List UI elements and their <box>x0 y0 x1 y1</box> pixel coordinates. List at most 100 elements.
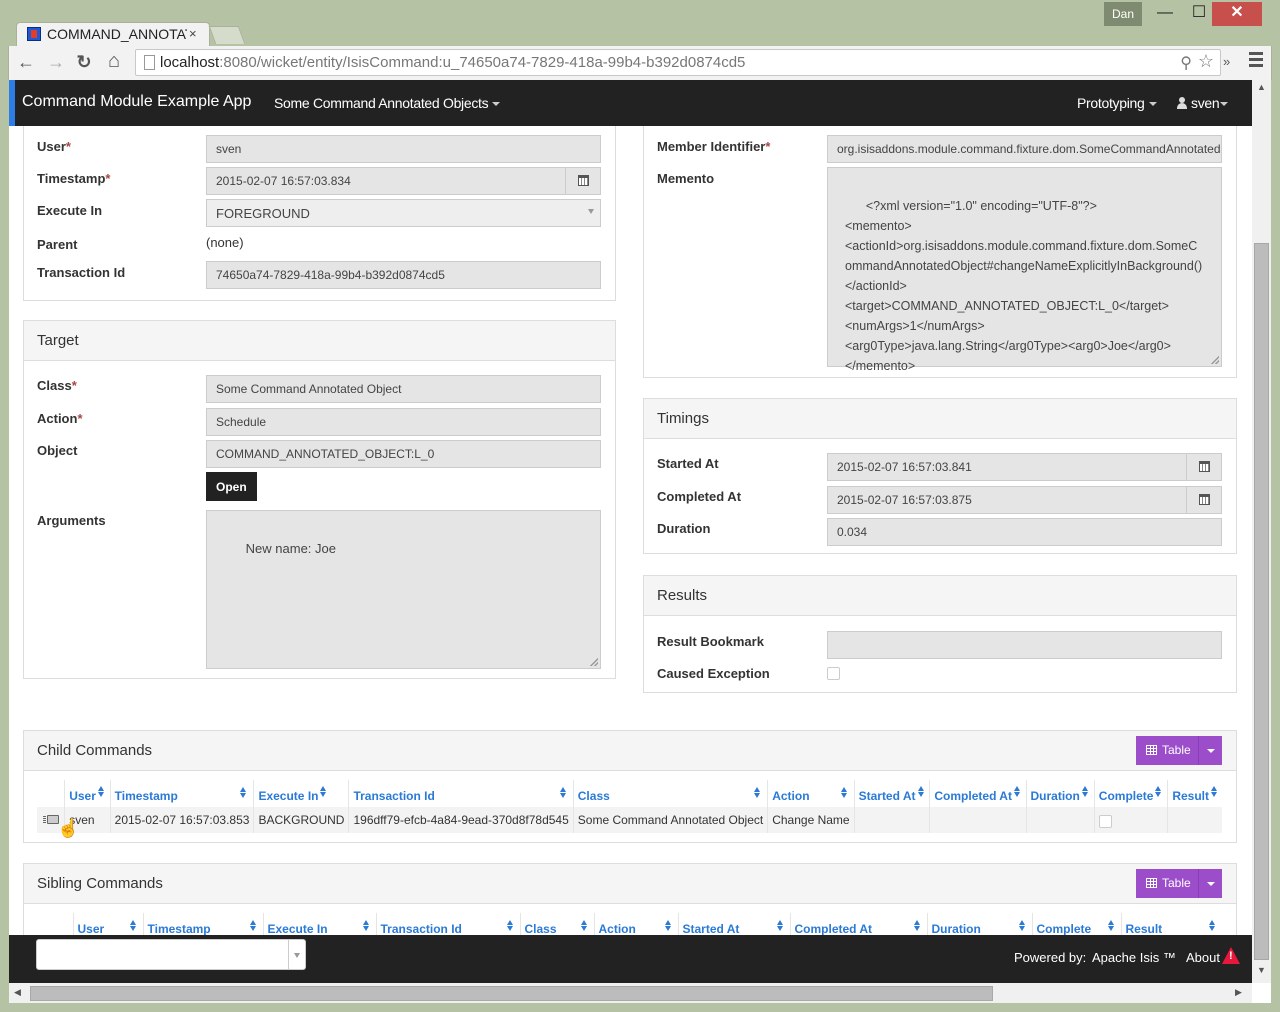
completed-at-calendar-button[interactable] <box>1186 487 1221 513</box>
column-header-started-at[interactable]: Started At <box>853 780 930 807</box>
timestamp-calendar-button[interactable] <box>565 168 600 194</box>
menu-prototyping[interactable]: Prototyping <box>1077 95 1157 111</box>
column-header-execute-in[interactable]: Execute In <box>253 780 349 807</box>
user-icon <box>1177 97 1187 109</box>
result-bookmark-field[interactable] <box>827 631 1222 659</box>
caused-exception-checkbox[interactable] <box>827 667 840 680</box>
vertical-scrollbar[interactable]: ▲ ▼ <box>1252 80 1271 983</box>
results-panel: Results Result Bookmark Caused Exception <box>643 575 1237 693</box>
menu-user[interactable]: sven <box>1177 95 1229 111</box>
completed-at-field[interactable]: 2015-02-07 16:57:03.875 <box>827 486 1222 514</box>
footer-theme-select[interactable] <box>36 939 306 970</box>
reload-icon[interactable]: ↻ <box>73 52 95 73</box>
user-field[interactable]: sven <box>206 135 601 163</box>
column-header-action[interactable]: Action <box>767 780 855 807</box>
complete-checkbox[interactable] <box>1098 815 1112 828</box>
column-header-completed-at[interactable]: Completed At <box>929 780 1026 807</box>
home-icon[interactable]: ⌂ <box>103 50 125 73</box>
back-icon[interactable]: ← <box>15 52 37 73</box>
caused-exception-label: Caused Exception <box>657 666 770 681</box>
scroll-right-icon[interactable]: ▶ <box>1235 987 1242 998</box>
close-icon[interactable]: ✕ <box>1212 2 1262 26</box>
cell-duration <box>1025 807 1095 833</box>
sort-icon <box>913 920 921 932</box>
table-row[interactable]: sven 2015-02-07 16:57:03.853 BACKGROUND … <box>37 807 1222 833</box>
sort-icon <box>580 920 588 932</box>
resize-grip-icon[interactable] <box>590 658 598 666</box>
arguments-textarea[interactable]: New name: Joe <box>206 510 601 669</box>
cell-timestamp: 2015-02-07 16:57:03.853 <box>109 807 254 833</box>
column-header-timestamp[interactable]: Timestamp <box>109 780 254 807</box>
child-commands-view-button[interactable]: Table <box>1136 736 1222 765</box>
completed-at-value: 2015-02-07 16:57:03.875 <box>837 493 972 507</box>
column-header-class[interactable]: Class <box>572 780 768 807</box>
caret-down-icon <box>1148 102 1157 107</box>
sibling-commands-heading: Sibling Commands <box>24 864 1236 904</box>
about-link[interactable]: About <box>1186 950 1220 965</box>
member-identifier-field[interactable]: org.isisaddons.module.command.fixture.do… <box>827 135 1222 163</box>
powered-by-label: Powered by: <box>1014 950 1087 965</box>
sort-icon <box>506 920 514 932</box>
sort-icon <box>917 786 925 798</box>
cell-class: Some Command Annotated Object <box>572 807 768 833</box>
class-field[interactable]: Some Command Annotated Object <box>206 375 601 403</box>
column-header-result[interactable]: Result <box>1167 780 1222 807</box>
started-at-calendar-button[interactable] <box>1186 454 1221 480</box>
target-panel: Target Class* Some Command Annotated Obj… <box>23 320 616 679</box>
sibling-commands-view-button[interactable]: Table <box>1136 869 1222 898</box>
command-panel: User* sven Timestamp* 2015-02-07 16:57:0… <box>23 110 616 301</box>
app-brand-link[interactable]: Command Module Example App <box>22 93 251 111</box>
menu-some-command-annotated-objects[interactable]: Some Command Annotated Objects <box>274 95 501 111</box>
class-label: Class* <box>37 378 77 393</box>
scroll-up-icon[interactable]: ▲ <box>1257 82 1266 92</box>
sort-icon <box>840 787 848 799</box>
open-object-button[interactable]: Open <box>206 472 257 501</box>
child-commands-panel: Child Commands Table User Timestamp Exec… <box>23 730 1237 843</box>
sort-icon <box>362 920 370 932</box>
vertical-scroll-thumb[interactable] <box>1254 243 1269 960</box>
minimize-icon[interactable]: — <box>1150 2 1180 26</box>
horizontal-scrollbar[interactable]: ◀ ▶ <box>9 983 1252 1003</box>
member-panel: Member Identifier* org.isisaddons.module… <box>643 110 1237 378</box>
profile-user-badge[interactable]: Dan <box>1104 2 1142 26</box>
zoom-icon[interactable]: ⚲ <box>1180 53 1192 73</box>
view-dropdown-toggle[interactable] <box>1198 869 1222 898</box>
scroll-left-icon[interactable]: ◀ <box>14 987 21 998</box>
cell-action: Change Name <box>767 807 855 833</box>
address-bar[interactable]: localhost:8080/wicket/entity/IsisCommand… <box>135 49 1221 76</box>
object-field[interactable]: COMMAND_ANNOTATED_OBJECT:L_0 <box>206 440 601 468</box>
bookmark-star-icon[interactable]: ☆ <box>1198 51 1214 72</box>
warning-icon[interactable] <box>1222 947 1240 964</box>
chrome-menu-icon[interactable] <box>1249 52 1263 70</box>
forward-icon[interactable]: → <box>45 52 67 73</box>
duration-field[interactable]: 0.034 <box>827 518 1222 546</box>
extensions-overflow-icon[interactable]: » <box>1223 54 1230 69</box>
sort-icon <box>240 787 247 799</box>
memento-value: <?xml version="1.0" encoding="UTF-8"?> <… <box>845 199 1203 373</box>
started-at-field[interactable]: 2015-02-07 16:57:03.841 <box>827 453 1222 481</box>
column-header-user[interactable]: User <box>64 780 111 807</box>
resize-grip-icon[interactable] <box>1211 356 1219 364</box>
tab-close-icon[interactable]: × <box>189 26 197 41</box>
transaction-id-field[interactable]: 74650a74-7829-418a-99b4-b392d0874cd5 <box>206 261 601 289</box>
horizontal-scroll-thumb[interactable] <box>30 986 993 1001</box>
action-field[interactable]: Schedule <box>206 408 601 436</box>
new-tab-button[interactable] <box>208 26 246 44</box>
column-header-transaction-id[interactable]: Transaction Id <box>348 780 574 807</box>
memento-textarea[interactable]: <?xml version="1.0" encoding="UTF-8"?> <… <box>827 167 1222 373</box>
results-heading: Results <box>644 576 1236 616</box>
maximize-icon[interactable]: ☐ <box>1184 2 1214 26</box>
apache-isis-link[interactable]: Apache Isis ™ <box>1092 950 1176 965</box>
calendar-icon <box>1199 461 1210 472</box>
browser-tab[interactable]: COMMAND_ANNOTATED_OBJECT × <box>16 22 210 46</box>
scroll-down-icon[interactable]: ▼ <box>1257 965 1266 975</box>
column-header-complete[interactable]: Complete <box>1093 780 1168 807</box>
execute-in-select[interactable]: FOREGROUND <box>206 199 601 227</box>
calendar-icon <box>578 175 589 186</box>
view-dropdown-toggle[interactable] <box>1198 736 1222 765</box>
column-header-duration[interactable]: Duration <box>1025 780 1095 807</box>
cell-completed-at <box>929 807 1026 833</box>
completed-at-label: Completed At <box>657 489 742 504</box>
timestamp-field[interactable]: 2015-02-07 16:57:03.834 <box>206 167 601 195</box>
app-footer: Powered by: Apache Isis ™ About <box>9 935 1252 983</box>
